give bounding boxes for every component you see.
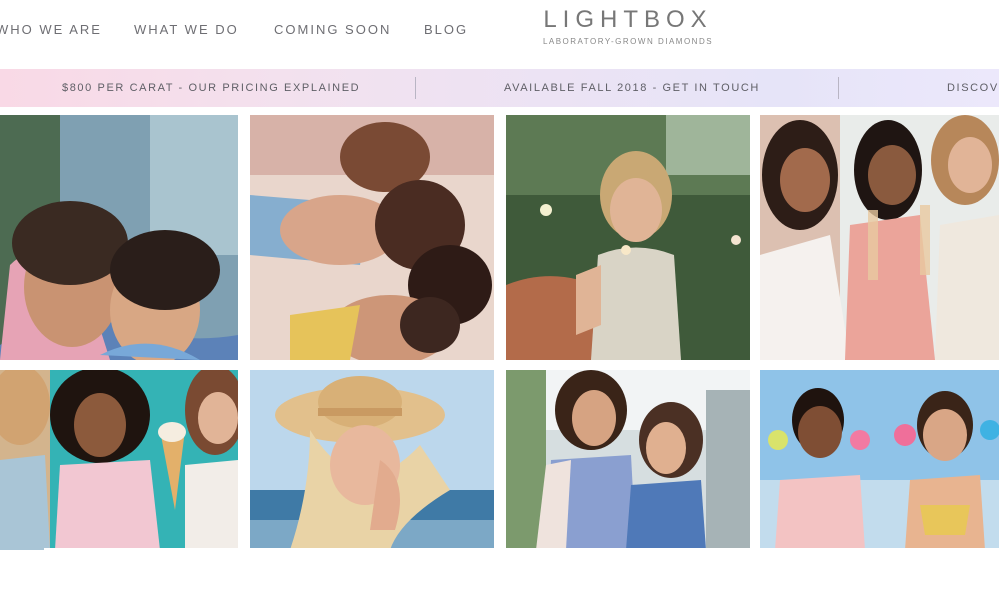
banner-available-link[interactable]: AVAILABLE FALL 2018 - GET IN TOUCH [504,82,760,94]
banner-discover-link[interactable]: DISCOVE [947,82,999,94]
nav-who-we-are[interactable]: WHO WE ARE [0,22,102,37]
friends-with-ice-cream-photo[interactable] [0,370,238,550]
friends-lying-in-circle-photo[interactable] [250,115,494,360]
mother-daughter-walking-photo[interactable] [506,370,750,550]
nav-coming-soon[interactable]: COMING SOON [274,22,391,37]
nav-what-we-do[interactable]: WHAT WE DO [134,22,239,37]
nav-blog[interactable]: BLOG [424,22,468,37]
woman-in-straw-hat-photo[interactable] [250,370,494,550]
mother-daughter-hug-photo[interactable] [0,115,238,360]
banner-divider [838,77,839,99]
site-header: WHO WE ARE WHAT WE DO COMING SOON BLOG L… [0,0,999,68]
banner-pricing-link[interactable]: $800 PER CARAT - OUR PRICING EXPLAINED [62,82,360,94]
logo-wordmark: LIGHTBOX [543,6,713,33]
friends-toasting-photo[interactable] [760,115,999,360]
banner-divider [415,77,416,99]
site-logo[interactable]: LIGHTBOX LABORATORY-GROWN DIAMONDS [528,6,728,46]
friends-with-pinwheels-photo[interactable] [760,370,999,550]
content-panel [44,548,999,600]
promo-banner: $800 PER CARAT - OUR PRICING EXPLAINED A… [0,69,999,107]
logo-tagline: LABORATORY-GROWN DIAMONDS [542,37,714,46]
woman-with-sparkler-photo[interactable] [506,115,750,360]
